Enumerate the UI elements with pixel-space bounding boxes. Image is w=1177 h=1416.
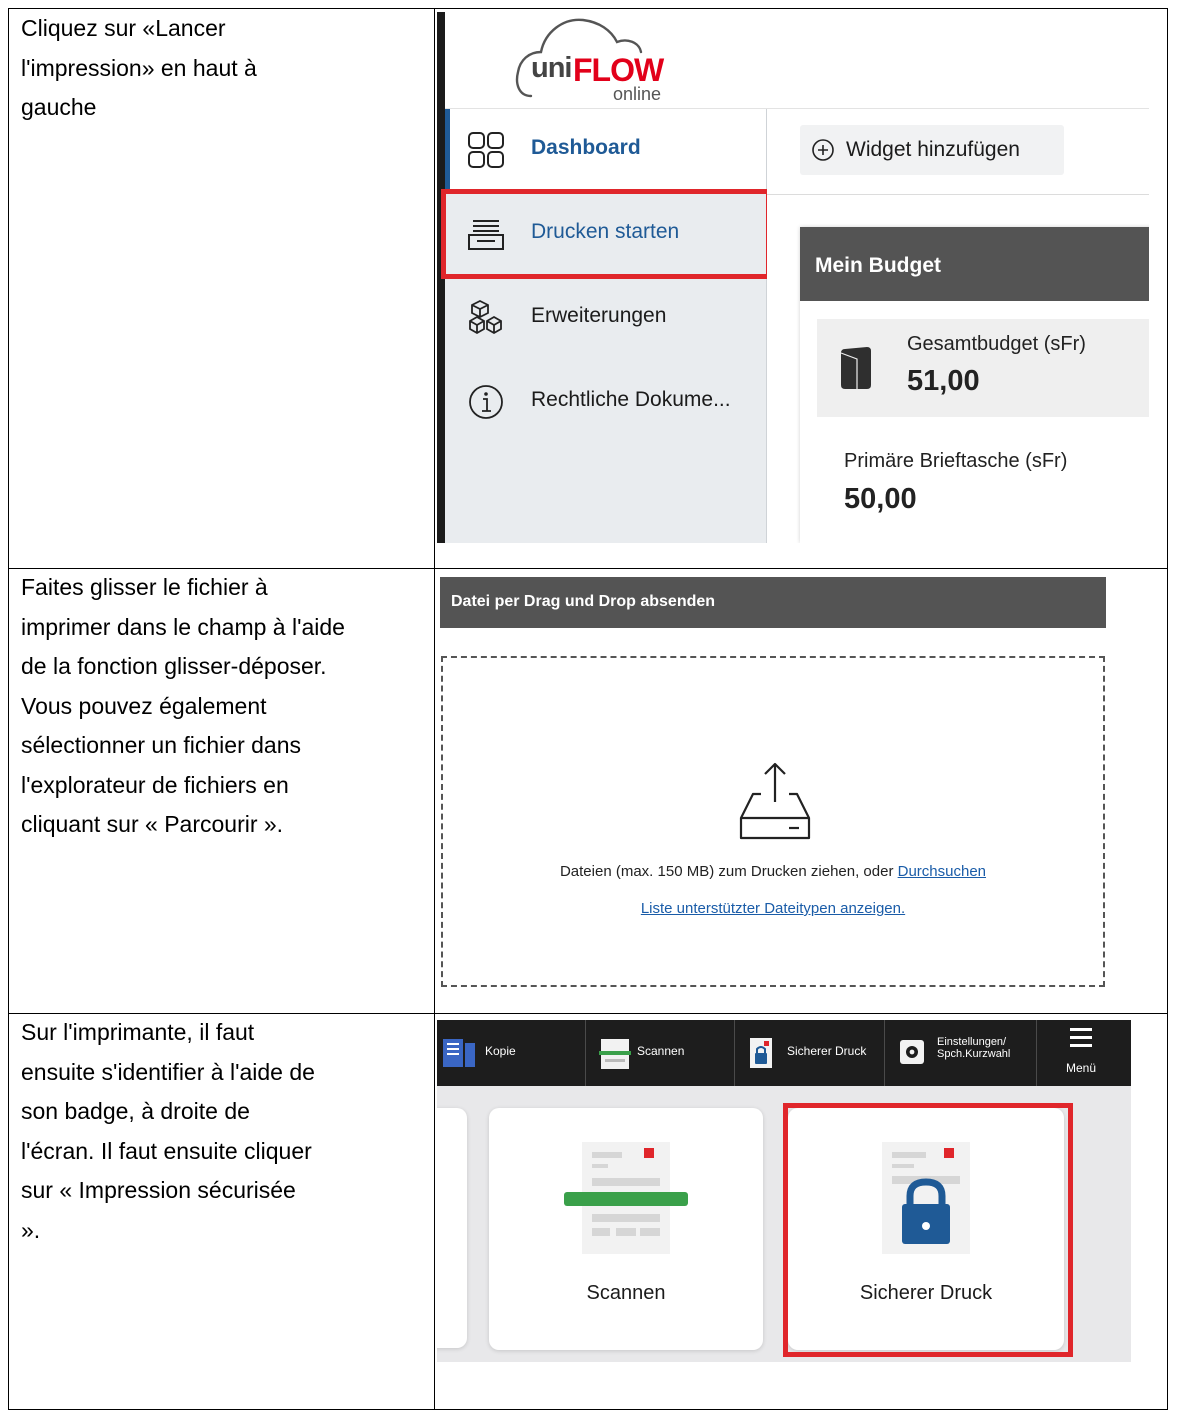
instruction-step-1: Cliquez sur «Lancer l'impression» en hau… xyxy=(21,15,257,120)
copy-icon xyxy=(443,1039,475,1067)
toolbar-separator xyxy=(734,1020,735,1086)
dashboard-content: Widget hinzufügen Mein Budget Gesamtbudg… xyxy=(767,109,1149,543)
total-budget-card: Gesamtbudget (sFr) 51,00 xyxy=(817,319,1149,417)
file-drop-zone[interactable]: Dateien (max. 150 MB) zum Drucken ziehen… xyxy=(441,656,1105,987)
drop-instructions: Dateien (max. 150 MB) zum Drucken ziehen… xyxy=(559,863,987,880)
toolbar-separator xyxy=(1036,1020,1037,1086)
secure-print-toolbar-button[interactable]: Sicherer Druck xyxy=(745,1020,883,1086)
sidebar-item-extensions[interactable]: Erweiterungen xyxy=(445,277,766,361)
budget-widget: Mein Budget Gesamtbudget (sFr) 51,00 Pri… xyxy=(800,227,1149,543)
sidebar-item-legal-documents[interactable]: Rechtliche Dokume... xyxy=(445,361,766,445)
secure-print-icon xyxy=(750,1038,772,1068)
scanner-icon xyxy=(564,1142,688,1254)
uniflow-logo[interactable]: uni FLOW online xyxy=(485,12,664,106)
budget-header: Mein Budget xyxy=(800,227,1149,301)
uniflow-screenshot: uni FLOW online Dashboard Drucken starte… xyxy=(437,12,1149,543)
wallet-icon xyxy=(840,347,871,389)
plus-circle-icon xyxy=(812,139,834,161)
column-divider xyxy=(434,9,435,1409)
partial-tile[interactable] xyxy=(437,1108,467,1348)
highlight-box xyxy=(441,189,771,279)
printer-screenshot: Kopie Scannen Sicherer Druck Einstellung… xyxy=(437,1020,1131,1362)
highlight-box xyxy=(783,1103,1073,1357)
drag-drop-screenshot: Datei per Drag und Drop absenden Dateien… xyxy=(440,577,1106,997)
top-bar: uni FLOW online xyxy=(445,12,1149,109)
dragdrop-header: Datei per Drag und Drop absenden xyxy=(440,577,1106,628)
copy-button[interactable]: Kopie xyxy=(437,1020,585,1086)
dashboard-grid-icon xyxy=(468,132,504,168)
printer-toolbar: Kopie Scannen Sicherer Druck Einstellung… xyxy=(437,1020,1131,1086)
toolbar-separator xyxy=(884,1020,885,1086)
sidebar-item-dashboard[interactable]: Dashboard xyxy=(445,109,766,193)
instruction-step-3: Sur l'imprimante, il faut ensuite s'iden… xyxy=(21,1019,315,1243)
browse-link[interactable]: Durchsuchen xyxy=(898,863,986,880)
toolbar-separator xyxy=(585,1020,586,1086)
info-circle-icon xyxy=(469,385,503,419)
widget-toolbar: Widget hinzufügen xyxy=(767,109,1149,195)
cubes-icon xyxy=(469,299,502,335)
hamburger-icon xyxy=(1070,1028,1092,1052)
instruction-step-2: Faites glisser le fichier à imprimer dan… xyxy=(21,574,345,837)
scan-tile[interactable]: Scannen xyxy=(489,1108,763,1350)
supported-filetypes-link[interactable]: Liste unterstützter Dateitypen anzeigen. xyxy=(443,900,1103,917)
upload-tray-icon xyxy=(739,762,811,840)
add-widget-button[interactable]: Widget hinzufügen xyxy=(800,125,1064,175)
scanner-icon xyxy=(599,1039,631,1069)
scan-toolbar-button[interactable]: Scannen xyxy=(595,1020,733,1086)
sidebar: Dashboard Drucken starten Erweiterungen xyxy=(445,109,767,543)
settings-speed-dial-button[interactable]: Einstellungen/ Spch.Kurzwahl xyxy=(895,1020,1035,1086)
gear-icon xyxy=(900,1040,924,1064)
